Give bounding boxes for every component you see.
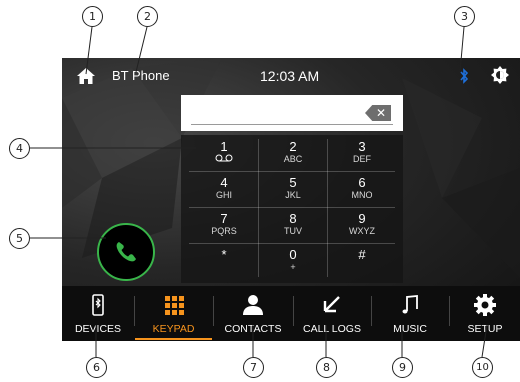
tab-call-logs[interactable]: CALL LOGS [294,286,370,341]
key-digit: 2 [289,139,297,154]
call-log-arrow-icon [323,296,340,313]
callout-10: 10 [472,357,493,378]
key-digit: 5 [289,175,297,190]
tab-label: CALL LOGS [303,323,361,335]
key-letters: WXYZ [349,226,375,236]
key-digit: # [358,247,366,262]
bluetooth-icon [460,68,469,84]
source-label: BT Phone [112,68,170,83]
key-letters: DEF [353,154,371,164]
callout-4: 4 [9,138,30,159]
infotainment-screen: BT Phone 12:03 AM ✕ 1 2 ABC 3 DEF 4 GHI … [62,58,520,341]
callout-1: 1 [82,6,103,27]
key-digit: 6 [358,175,366,190]
tab-music[interactable]: MUSIC [372,286,448,341]
phone-icon [116,242,136,262]
key-digit: 3 [358,139,366,154]
key-digit: 7 [220,211,228,226]
clock: 12:03 AM [260,68,320,84]
key-digit: 9 [358,211,366,226]
key-letters: TUV [284,226,302,236]
music-note-icon [402,295,418,314]
key-digit: 1 [220,139,228,154]
tab-contacts[interactable]: CONTACTS [214,286,292,341]
key-2[interactable]: 2 ABC [259,138,327,169]
keypad-grid-icon [164,296,184,315]
key-7[interactable]: 7 PQRS [190,210,258,241]
backspace-icon[interactable]: ✕ [365,105,391,121]
dial-underline [191,124,393,125]
dialed-number-field[interactable]: ✕ [181,95,403,131]
call-button[interactable] [97,223,155,281]
callout-2: 2 [137,6,158,27]
tab-label: DEVICES [74,323,122,335]
keypad-divider [189,171,395,172]
gear-icon [474,294,496,316]
key-4[interactable]: 4 GHI [190,174,258,205]
callout-3: 3 [454,6,475,27]
tab-label: MUSIC [393,323,427,335]
key-1[interactable]: 1 [190,138,258,169]
key-8[interactable]: 8 TUV [259,210,327,241]
bluetooth-phone-icon [92,294,104,316]
key-digit: 0 [289,247,297,262]
key-letters: PQRS [211,226,237,236]
keypad-divider [189,243,395,244]
key-digit: 4 [220,175,228,190]
key-5[interactable]: 5 JKL [259,174,327,205]
callout-5: 5 [9,228,30,249]
callout-8: 8 [316,357,337,378]
callout-7: 7 [243,357,264,378]
key-star[interactable]: * [190,246,258,277]
home-icon[interactable] [76,67,96,85]
keypad: 1 2 ABC 3 DEF 4 GHI 5 JKL 6 MNO 7 PQRS 8… [181,135,403,283]
person-icon [243,295,263,315]
key-digit: 8 [289,211,297,226]
key-hash[interactable]: # [328,246,396,277]
key-0[interactable]: 0 + [259,246,327,277]
key-digit: * [221,247,227,262]
tab-label: CONTACTS [224,323,282,335]
tab-label: SETUP [467,323,503,335]
callout-6: 6 [86,357,107,378]
key-letters: ABC [283,154,303,164]
key-9[interactable]: 9 WXYZ [328,210,396,241]
status-bar: BT Phone 12:03 AM [62,58,520,92]
callout-9: 9 [392,357,413,378]
voicemail-icon [190,154,258,165]
key-letters: MNO [351,190,373,200]
keypad-divider [189,207,395,208]
key-6[interactable]: 6 MNO [328,174,396,205]
tab-keypad[interactable]: KEYPAD [135,286,212,341]
tab-label: KEYPAD [152,323,195,335]
tab-devices[interactable]: DEVICES [62,286,134,341]
key-letters: + [290,262,296,272]
bottom-tab-bar: DEVICES KEYPAD CONTACTS CALL LOGS MUSIC … [62,286,520,341]
key-letters: GHI [215,190,232,200]
key-letters: JKL [285,190,301,200]
brightness-icon[interactable] [491,66,509,84]
tab-setup[interactable]: SETUP [450,286,520,341]
key-3[interactable]: 3 DEF [328,138,396,169]
